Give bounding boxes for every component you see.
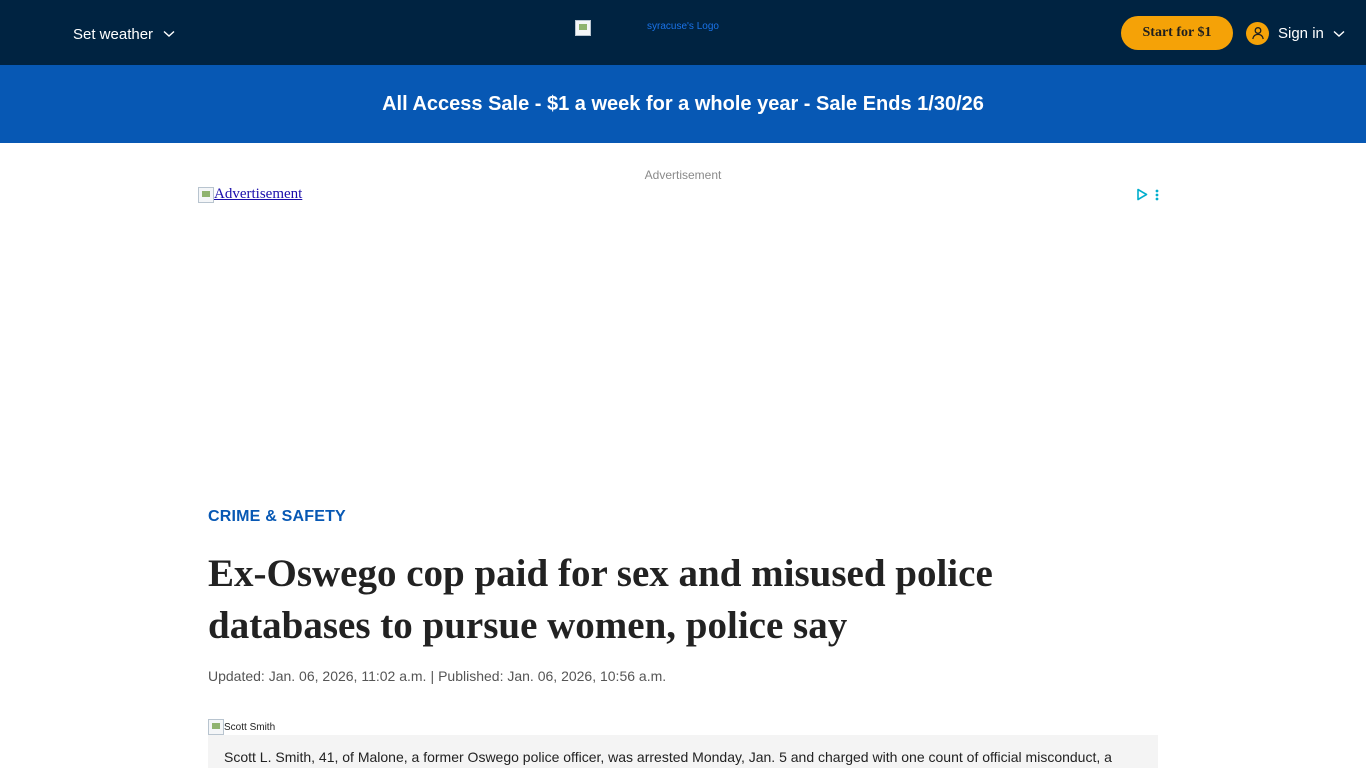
set-weather-button[interactable]: Set weather <box>73 24 177 44</box>
article-headline: Ex-Oswego cop paid for sex and misused p… <box>208 552 993 647</box>
adchoices-icon <box>1136 188 1148 206</box>
section-tag-link[interactable]: CRIME & SAFETY <box>208 508 346 526</box>
chevron-down-icon <box>1333 25 1345 42</box>
more-options-icon <box>1155 188 1159 206</box>
start-subscription-button[interactable]: Start for $1 <box>1121 16 1233 50</box>
photo-caption-text: Scott L. Smith, 41, of Malone, a former … <box>224 749 1112 765</box>
dateline-separator: | <box>430 668 435 684</box>
photo-alt-text: Scott Smith <box>224 721 276 733</box>
site-logo[interactable]: syracuse's Logo <box>575 20 735 40</box>
user-icon <box>1246 21 1269 45</box>
site-header: Set weather syracuse's Logo Start for $1… <box>0 0 1366 65</box>
sign-in-button[interactable]: Sign in <box>1246 21 1345 45</box>
photo-caption: Scott L. Smith, 41, of Malone, a former … <box>208 735 1158 768</box>
chevron-down-icon <box>161 26 177 42</box>
ad-slot: Advertisement <box>198 186 1168 481</box>
ad-label: Advertisement <box>644 168 722 182</box>
updated-timestamp: Updated: Jan. 06, 2026, 11:02 a.m. <box>208 668 427 684</box>
logo-alt-text: syracuse's Logo <box>647 21 719 32</box>
broken-image-icon <box>208 719 224 735</box>
promo-text: All Access Sale - $1 a week for a whole … <box>382 92 984 115</box>
broken-image-icon <box>198 186 214 203</box>
sign-in-label: Sign in <box>1278 24 1324 42</box>
article-photo: Scott Smith <box>208 719 275 735</box>
published-timestamp: Published: Jan. 06, 2026, 10:56 a.m. <box>438 668 667 684</box>
article-dateline: Updated: Jan. 06, 2026, 11:02 a.m. | Pub… <box>208 668 666 684</box>
broken-image-icon <box>575 20 591 36</box>
promo-banner[interactable]: All Access Sale - $1 a week for a whole … <box>0 65 1366 143</box>
advertisement-alt-text: Advertisement <box>214 186 303 202</box>
adchoices-button[interactable] <box>1136 188 1159 206</box>
advertisement-link[interactable]: Advertisement <box>198 186 302 203</box>
set-weather-label: Set weather <box>73 25 154 43</box>
